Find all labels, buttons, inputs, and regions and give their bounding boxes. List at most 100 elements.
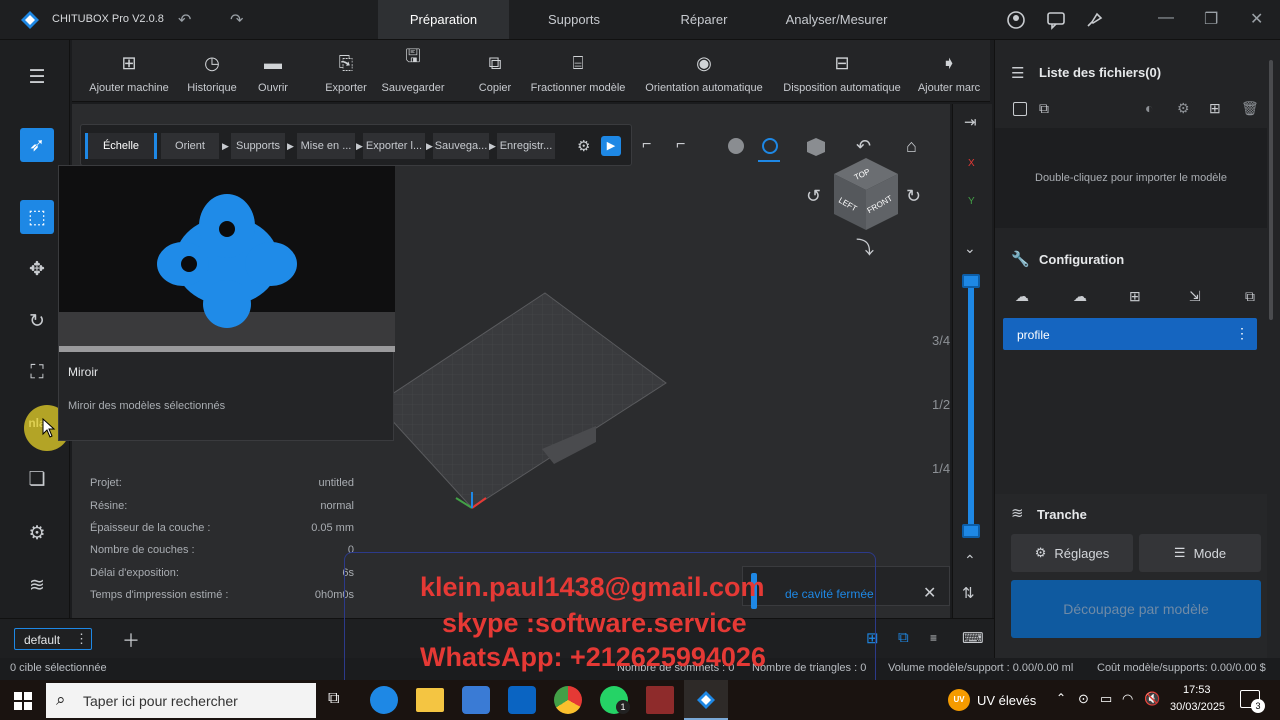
wf-step-save[interactable]: Sauvega... — [433, 133, 489, 159]
auto-orient-button[interactable]: ◉ Orientation automatique — [640, 40, 768, 102]
plugin-icon[interactable] — [1084, 10, 1104, 30]
chrome-icon[interactable] — [554, 686, 582, 714]
scale-icon[interactable]: ⛶ — [20, 356, 54, 390]
save-button[interactable]: 🖫 Sauvegarder — [380, 40, 446, 102]
chat-icon[interactable] — [1046, 10, 1066, 30]
clock-time[interactable]: 17:53 — [1183, 684, 1211, 696]
rocket-icon[interactable]: ➶ — [20, 128, 54, 162]
more-options-icon[interactable]: ⋮ — [1235, 325, 1249, 342]
sphere-view-icon[interactable] — [726, 136, 746, 156]
wf-step-scale[interactable]: Échelle — [85, 133, 157, 159]
layer-slider-track[interactable] — [968, 276, 974, 538]
split-model-button[interactable]: ⌸ Fractionner modèle — [528, 40, 628, 102]
wf-step-layout[interactable]: Mise en ... — [297, 133, 355, 159]
collapse-panel-icon[interactable]: ⇥ — [964, 113, 977, 131]
slice-by-model-button[interactable]: Découpage par modèle — [1011, 580, 1261, 638]
wf-step-supports[interactable]: Supports — [231, 133, 285, 159]
cloud-download-icon[interactable]: ☁ — [1015, 288, 1029, 305]
auto-layout-button[interactable]: ⊟ Disposition automatique — [778, 40, 906, 102]
task-view-icon[interactable]: ⧉ — [328, 690, 339, 708]
chevron-up-icon[interactable]: ⌃ — [964, 552, 976, 569]
tab-analyze-measure[interactable]: Analyser/Mesurer — [769, 0, 904, 39]
rotate-down-icon[interactable]: ⤵ — [856, 234, 874, 260]
close-notification-icon[interactable]: ✕ — [923, 583, 936, 603]
minimize-icon[interactable]: — — [1158, 9, 1174, 27]
layer-slider-bottom-handle[interactable] — [962, 524, 980, 538]
import-profile-icon[interactable]: ⇲ — [1189, 288, 1201, 305]
notifications-icon[interactable]: 3 — [1240, 690, 1265, 713]
support-tool-2-icon[interactable]: ⌐ — [676, 136, 685, 154]
support-tool-icon[interactable]: ⌐ — [642, 136, 651, 154]
wifi-icon[interactable]: ◠ — [1122, 691, 1133, 707]
windows-start-icon[interactable] — [14, 692, 32, 710]
add-machine-button[interactable]: ⊞ Ajouter machine — [84, 40, 174, 102]
maximize-icon[interactable]: ❐ — [1204, 9, 1218, 29]
add-plate-icon[interactable]: ＋ — [122, 627, 140, 653]
weather-uv-icon[interactable]: UV — [948, 689, 970, 711]
trash-icon[interactable]: 🗑 — [1241, 100, 1259, 117]
tray-chevron-icon[interactable]: ⌃ — [1056, 691, 1066, 705]
settings-icon[interactable]: ⚙ — [1177, 100, 1190, 117]
rma-icon[interactable]: ⚙ — [20, 516, 54, 550]
layer-adjust-icon[interactable]: ⇅ — [962, 584, 975, 602]
speaker-muted-icon[interactable]: 🔇 — [1144, 691, 1160, 707]
rotate-cw-icon[interactable]: ↻ — [906, 186, 921, 207]
tab-preparation[interactable]: Préparation — [378, 0, 509, 39]
file-list-area[interactable]: Double-cliquez pour importer le modèle — [995, 128, 1267, 228]
mode-button[interactable]: ☰ Mode — [1139, 534, 1261, 572]
play-icon[interactable]: ▶ — [601, 136, 621, 156]
weather-text[interactable]: UV élevés — [977, 693, 1036, 708]
cube-view-icon[interactable] — [805, 136, 827, 158]
copy-button[interactable]: ⧉ Copier — [472, 40, 518, 102]
layers-icon[interactable]: ❏ — [20, 462, 54, 496]
copy-profile-icon[interactable]: ⧉ — [1245, 288, 1255, 305]
panel-scrollbar[interactable] — [1269, 60, 1273, 320]
battery-icon[interactable]: ▭ — [1100, 691, 1112, 707]
chitubox-taskbar-item[interactable] — [684, 680, 728, 720]
palette-icon[interactable]: ◐ — [1145, 100, 1153, 116]
edge-icon[interactable] — [370, 686, 398, 714]
plate-tab-default[interactable]: default ⋮ — [14, 628, 92, 650]
settings-gear-icon[interactable]: ⚙ — [577, 137, 590, 155]
store-icon[interactable] — [462, 686, 490, 714]
tray-app-icon[interactable]: ⊙ — [1078, 691, 1089, 707]
user-account-icon[interactable] — [1006, 10, 1026, 30]
move-icon[interactable]: ✥ — [20, 252, 54, 286]
clock-date[interactable]: 30/03/2025 — [1170, 701, 1225, 713]
keyboard-icon[interactable]: ⌨ — [962, 629, 984, 647]
open-button[interactable]: ▬ Ouvrir — [248, 40, 298, 102]
plate-menu-icon[interactable]: ⋮ — [75, 631, 88, 647]
settings-button[interactable]: ⚙ Réglages — [1011, 534, 1133, 572]
export-button[interactable]: ⎘ Exporter — [316, 40, 376, 102]
tab-repair[interactable]: Réparer — [639, 0, 769, 39]
plate-copy-icon[interactable]: ⧉ — [898, 629, 909, 646]
select-icon[interactable]: ⬚ — [20, 200, 54, 234]
menu-icon[interactable]: ☰ — [20, 60, 54, 94]
rotate-left-icon[interactable]: ↶ — [856, 136, 871, 157]
home-view-icon[interactable]: ⌂ — [906, 136, 917, 157]
undo-icon[interactable]: ↶ — [178, 10, 191, 30]
rotate-ccw-icon[interactable]: ↺ — [806, 186, 821, 207]
tab-supports[interactable]: Supports — [509, 0, 639, 39]
redo-icon[interactable]: ↷ — [230, 10, 243, 30]
select-all-checkbox[interactable] — [1013, 102, 1027, 116]
whatsapp-icon[interactable]: 1 — [600, 686, 630, 714]
layer-slider-top-handle[interactable] — [962, 274, 980, 288]
wf-step-orient[interactable]: Orient — [161, 133, 219, 159]
wf-step-export[interactable]: Exporter l... — [363, 133, 425, 159]
cloud-upload-icon[interactable]: ☁ — [1073, 288, 1087, 305]
plate-list-icon[interactable]: ≡ — [930, 631, 937, 645]
wf-step-record[interactable]: Enregistr... — [497, 133, 555, 159]
add-file-icon[interactable]: ⊞ — [1209, 100, 1221, 117]
add-profile-icon[interactable]: ⊞ — [1129, 288, 1141, 305]
history-button[interactable]: ◷ Historique — [180, 40, 244, 102]
slice-layers-icon[interactable]: ≋ — [20, 568, 54, 602]
add-marker-button[interactable]: ➧ Ajouter marc — [916, 40, 982, 102]
file-explorer-icon[interactable] — [416, 688, 444, 712]
taskbar-search-input[interactable]: ⌕ Taper ici pour rechercher — [46, 683, 316, 718]
group-icon[interactable]: ⧉ — [1039, 100, 1049, 117]
chevron-down-icon[interactable]: ⌄ — [964, 240, 976, 257]
xray-view-icon[interactable] — [760, 136, 780, 156]
outlook-icon[interactable] — [508, 686, 536, 714]
winrar-icon[interactable] — [646, 686, 674, 714]
